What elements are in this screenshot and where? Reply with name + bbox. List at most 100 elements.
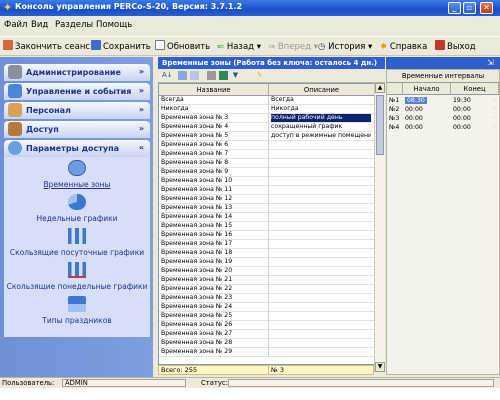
table-row[interactable]: Временная зона № 15 (159, 222, 375, 231)
table-row[interactable]: Временная зона № 17 (159, 240, 375, 249)
table-row[interactable]: Временная зона № 11 (159, 186, 375, 195)
table-row[interactable]: Временная зона № 28 (159, 339, 375, 348)
table-row[interactable]: Никогда Никогда (159, 105, 375, 114)
interval-end[interactable]: 19:30 (453, 96, 493, 105)
filter-icon[interactable]: ▼ (231, 71, 240, 80)
interval-row[interactable]: №1 08:30 · 19:30 · (387, 96, 499, 105)
table-scrollbar[interactable]: ▲ ▼ (374, 83, 385, 372)
table-row[interactable]: Временная зона № 22 (159, 285, 375, 294)
column-header-end[interactable]: Конец (451, 83, 499, 95)
forward-dropdown-icon[interactable]: ▾ (311, 42, 318, 52)
forward-button[interactable]: ⇒ Вперед ▾ (268, 40, 318, 54)
column-header-start[interactable]: Начало (403, 83, 451, 95)
table-row[interactable]: Временная зона № 24 (159, 303, 375, 312)
interval-start[interactable]: 00:00 (405, 123, 449, 132)
copy-icon[interactable] (178, 71, 187, 80)
nav-group-administration[interactable]: Администрирование » (4, 64, 150, 81)
table-row[interactable]: Временная зона № 25 (159, 312, 375, 321)
table-row[interactable]: Временная зона № 5 доступ в режимные поме… (159, 132, 375, 141)
interval-start[interactable]: 08:30 (405, 96, 449, 105)
interval-row[interactable]: №2 00:00 · 00:00 · (387, 105, 499, 114)
interval-row[interactable]: №3 00:00 · 00:00 · (387, 114, 499, 123)
table-row[interactable]: Временная зона № 27 (159, 330, 375, 339)
table-row[interactable]: Временная зона № 9 (159, 168, 375, 177)
table-row[interactable]: Временная зона № 14 (159, 213, 375, 222)
sort-icon[interactable]: A↓ (162, 71, 173, 80)
table-row[interactable]: Временная зона № 18 (159, 249, 375, 258)
interval-end[interactable]: 00:00 (453, 114, 493, 123)
nav-group-access-parameters[interactable]: Параметры доступа « (4, 140, 150, 157)
help-button[interactable]: ✸ Справка (380, 40, 427, 54)
table-row[interactable]: Временная зона № 20 (159, 267, 375, 276)
minimize-button[interactable]: _ (448, 2, 461, 14)
close-button[interactable]: ✕ (480, 2, 493, 14)
interval-start[interactable]: 00:00 (405, 105, 449, 114)
history-button[interactable]: ◷ История ▾ (318, 40, 372, 54)
dropdown-arrow-icon[interactable]: · (447, 105, 449, 114)
back-dropdown-icon[interactable]: ▾ (254, 42, 261, 52)
table-row[interactable]: Временная зона № 16 (159, 231, 375, 240)
dropdown-arrow-icon[interactable]: · (493, 105, 495, 114)
pin-icon[interactable]: ⇲ (487, 58, 497, 68)
lightning-icon[interactable]: ϟ (255, 71, 264, 80)
table-row[interactable]: Временная зона № 23 (159, 294, 375, 303)
dropdown-arrow-icon[interactable]: · (493, 96, 495, 105)
table-row[interactable]: Временная зона № 29 (159, 348, 375, 357)
nav-group-control-events[interactable]: Управление и события » (4, 83, 150, 100)
menu-sections[interactable]: Разделы (55, 20, 93, 30)
table-row[interactable]: Временная зона № 12 (159, 195, 375, 204)
dropdown-arrow-icon[interactable]: · (447, 96, 449, 105)
column-header-name[interactable]: Название (159, 84, 269, 96)
column-divider (268, 285, 269, 294)
back-button[interactable]: ⇐ Назад ▾ (217, 40, 261, 54)
end-session-button[interactable]: Закончить сеанс (3, 40, 90, 54)
column-divider (268, 150, 269, 159)
table-row[interactable]: Временная зона № 8 (159, 159, 375, 168)
table-row[interactable]: Всегда Всегда (159, 96, 375, 105)
table-row[interactable]: Временная зона № 13 (159, 204, 375, 213)
table-row[interactable]: Временная зона № 19 (159, 258, 375, 267)
paste-icon[interactable] (190, 71, 199, 80)
refresh-button[interactable]: Обновить (155, 40, 210, 54)
monitor-icon (8, 84, 22, 98)
table-row[interactable]: Временная зона № 21 (159, 276, 375, 285)
nav-group-label: Доступ (26, 125, 59, 134)
dropdown-arrow-icon[interactable]: · (447, 123, 449, 132)
export-excel-icon[interactable] (219, 71, 228, 80)
history-dropdown-icon[interactable]: ▾ (365, 42, 372, 52)
exit-button[interactable]: Выход (435, 40, 476, 54)
interval-start[interactable]: 00:00 (405, 114, 449, 123)
nav-item-rolling-daily-schedules[interactable]: Скользящие посуточные графики (4, 228, 150, 258)
column-divider (268, 204, 269, 213)
interval-row[interactable]: №4 00:00 · 00:00 · (387, 123, 499, 132)
nav-group-personnel[interactable]: Персонал » (4, 102, 150, 119)
menu-file[interactable]: Файл (4, 20, 27, 30)
table-row[interactable]: Временная зона № 3 полный рабочий день (159, 114, 375, 123)
table-row[interactable]: Временная зона № 26 (159, 321, 375, 330)
column-header-description[interactable]: Описание (269, 84, 375, 96)
nav-group-access[interactable]: Доступ » (4, 121, 150, 138)
scrollbar-thumb[interactable] (376, 95, 384, 155)
scroll-up-icon[interactable]: ▲ (375, 83, 385, 93)
table-row[interactable]: Временная зона № 7 (159, 150, 375, 159)
nav-item-time-zones[interactable]: Временные зоны (4, 160, 150, 190)
menu-view[interactable]: Вид (31, 20, 48, 30)
nav-item-holiday-types[interactable]: Типы праздников (4, 296, 150, 326)
table-row[interactable]: Временная зона № 6 (159, 141, 375, 150)
cell-description: Никогда (271, 105, 299, 112)
save-button[interactable]: Сохранить (91, 40, 151, 54)
interval-id: №2 (389, 106, 400, 113)
interval-end[interactable]: 00:00 (453, 105, 493, 114)
nav-item-weekly-schedules[interactable]: Недельные графики (4, 194, 150, 224)
table-row[interactable]: Временная зона № 10 (159, 177, 375, 186)
table-row[interactable]: Временная зона № 4 сокращенный график (159, 123, 375, 132)
maximize-button[interactable]: ▫ (463, 2, 476, 14)
scroll-down-icon[interactable]: ▼ (375, 362, 385, 372)
dropdown-arrow-icon[interactable]: · (493, 123, 495, 132)
nav-item-rolling-weekly-schedules[interactable]: Скользящие понедельные графики (4, 262, 150, 292)
dropdown-arrow-icon[interactable]: · (493, 114, 495, 123)
print-icon[interactable] (207, 71, 216, 80)
dropdown-arrow-icon[interactable]: · (447, 114, 449, 123)
menu-help[interactable]: Помощь (96, 20, 132, 30)
interval-end[interactable]: 00:00 (453, 123, 493, 132)
